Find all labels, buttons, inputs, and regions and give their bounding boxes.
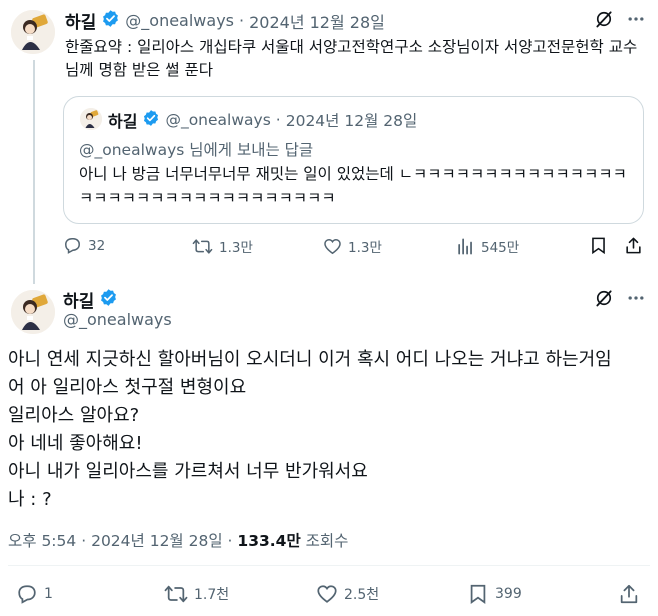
bookmark-icon bbox=[470, 584, 486, 604]
retweet-button[interactable]: 1.3만 bbox=[192, 236, 253, 256]
tweet-date[interactable]: 2024년 12월 28일 bbox=[91, 532, 223, 550]
author-handle[interactable]: @_onealways bbox=[125, 11, 234, 30]
quoted-author-handle: @_onealways bbox=[165, 111, 271, 129]
share-button[interactable] bbox=[624, 236, 643, 255]
view-count: 545만 bbox=[481, 240, 520, 256]
verified-icon bbox=[101, 9, 120, 32]
like-icon bbox=[324, 238, 341, 254]
avatar[interactable] bbox=[11, 290, 55, 334]
verified-icon bbox=[142, 109, 160, 131]
retweet-count: 1.7천 bbox=[194, 587, 230, 603]
share-icon bbox=[620, 584, 638, 604]
reply-count: 32 bbox=[88, 237, 106, 254]
retweet-count: 1.3만 bbox=[219, 240, 253, 256]
author-handle[interactable]: @_onealways bbox=[63, 310, 172, 329]
dot-separator: · bbox=[239, 11, 245, 30]
parent-tweet[interactable]: 하길 @_onealways · 2024년 12월 28일 한줄요약 : 일리… bbox=[0, 0, 658, 272]
tweet-metadata: 오후 5:54 · 2024년 12월 28일 · 133.4만 조회수 bbox=[8, 529, 348, 551]
tweet-actions: 32 1.3만 1.3만 545만 bbox=[63, 236, 644, 260]
quoted-tweet-text: 아니 나 방금 너무너무너무 재밋는 일이 있었는데 ㄴㅋㅋㅋㅋㅋㅋㅋㅋㅋㅋㅋㅋ… bbox=[79, 165, 627, 207]
like-count: 2.5천 bbox=[344, 587, 380, 603]
divider bbox=[8, 565, 650, 566]
tweet-date[interactable]: 2024년 12월 28일 bbox=[249, 9, 385, 33]
tweet-time[interactable]: 오후 5:54 bbox=[8, 532, 76, 550]
more-icon[interactable] bbox=[626, 9, 646, 29]
tweet-text: 한줄요약 : 일리아스 개십타쿠 서울대 서양고전학연구소 소장님이자 서양고전… bbox=[65, 38, 638, 79]
reply-icon bbox=[18, 585, 36, 604]
quoted-tweet-date: 2024년 12월 28일 bbox=[285, 112, 418, 130]
reply-icon bbox=[65, 238, 80, 254]
main-tweet-actions: 1 1.7천 2.5천 399 bbox=[0, 583, 658, 609]
author-name[interactable]: 하길 bbox=[65, 8, 96, 33]
bookmark-button[interactable] bbox=[589, 236, 608, 255]
view-count: 133.4만 bbox=[237, 532, 301, 550]
bookmark-icon bbox=[592, 237, 605, 255]
dot-separator: · bbox=[275, 111, 281, 129]
quoted-tweet-header: 하길 @_onealways · 2024년 12월 28일 bbox=[108, 108, 417, 132]
tweet-header: 하길 @_onealways · 2024년 12월 28일 bbox=[65, 8, 385, 33]
dot-separator: · bbox=[227, 532, 233, 550]
reply-button[interactable]: 32 bbox=[63, 236, 105, 255]
view-label: 조회수 bbox=[305, 532, 349, 550]
retweet-button[interactable]: 1.7천 bbox=[164, 583, 229, 605]
verified-icon bbox=[99, 288, 118, 311]
like-icon bbox=[317, 585, 337, 603]
grok-icon[interactable] bbox=[594, 9, 614, 29]
dot-separator: · bbox=[81, 532, 87, 550]
quoted-avatar bbox=[80, 108, 102, 130]
more-icon[interactable] bbox=[626, 288, 646, 308]
bookmark-button[interactable]: 399 bbox=[467, 583, 522, 605]
main-tweet-text: 아니 연세 지긋하신 할아버님이 오시더니 이거 혹시 어디 나오는 거냐고 하… bbox=[8, 349, 612, 510]
like-count: 1.3만 bbox=[348, 240, 382, 256]
views-button[interactable]: 545만 bbox=[456, 236, 519, 256]
share-button[interactable] bbox=[618, 583, 640, 605]
author-name[interactable]: 하길 bbox=[63, 287, 94, 312]
avatar[interactable] bbox=[11, 10, 55, 54]
share-icon bbox=[626, 237, 641, 254]
main-tweet-header: 하길 bbox=[63, 287, 118, 312]
bookmark-count: 399 bbox=[495, 586, 522, 602]
reply-count: 1 bbox=[44, 586, 53, 602]
like-button[interactable]: 2.5천 bbox=[316, 583, 379, 605]
retweet-icon bbox=[164, 585, 188, 603]
retweet-icon bbox=[192, 238, 213, 254]
like-button[interactable]: 1.3만 bbox=[323, 236, 382, 256]
quoted-tweet[interactable]: 하길 @_onealways · 2024년 12월 28일 @_onealwa… bbox=[63, 96, 644, 224]
quoted-author-name: 하길 bbox=[108, 112, 138, 131]
reply-context: @_onealways 님에게 보내는 답글 bbox=[79, 141, 314, 159]
grok-icon[interactable] bbox=[594, 288, 614, 308]
views-icon bbox=[458, 238, 472, 254]
reply-button[interactable]: 1 bbox=[16, 583, 53, 605]
